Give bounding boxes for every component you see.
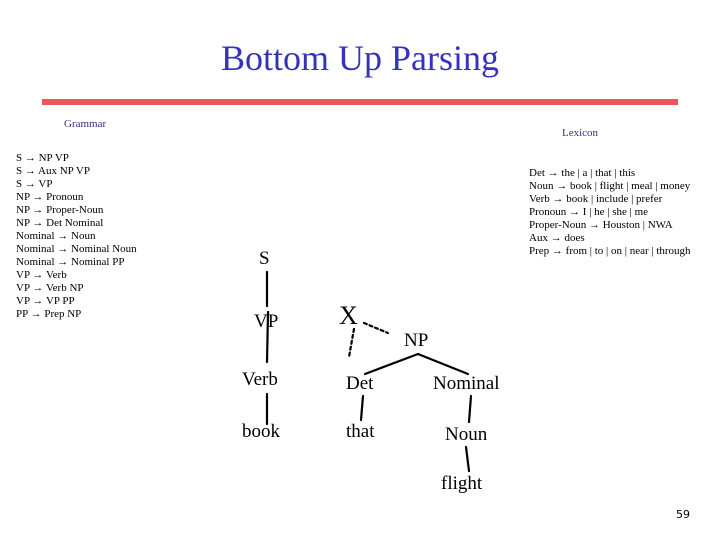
tree-node-x: X bbox=[339, 301, 358, 330]
edge-x-det bbox=[347, 327, 356, 359]
tree-node-flight: flight bbox=[441, 473, 483, 494]
tree-node-noun: Noun bbox=[445, 424, 488, 445]
page-number: 59 bbox=[676, 508, 690, 521]
edge-np-det bbox=[363, 352, 420, 376]
tree-node-verb: Verb bbox=[242, 369, 278, 390]
tree-node-s: S bbox=[259, 248, 270, 269]
parse-tree-edges bbox=[265, 270, 473, 473]
tree-node-nominal: Nominal bbox=[433, 373, 500, 394]
edge-noun-flight bbox=[464, 445, 471, 473]
edge-nominal-noun bbox=[467, 394, 473, 424]
edge-x-np bbox=[362, 321, 390, 335]
edge-np-nominal bbox=[416, 352, 470, 376]
edge-det-that bbox=[359, 394, 365, 422]
tree-node-det: Det bbox=[346, 373, 374, 394]
tree-node-vp: VP bbox=[254, 311, 279, 332]
tree-node-np: NP bbox=[404, 330, 429, 351]
tree-node-book: book bbox=[242, 421, 280, 442]
tree-node-that: that bbox=[346, 421, 375, 442]
